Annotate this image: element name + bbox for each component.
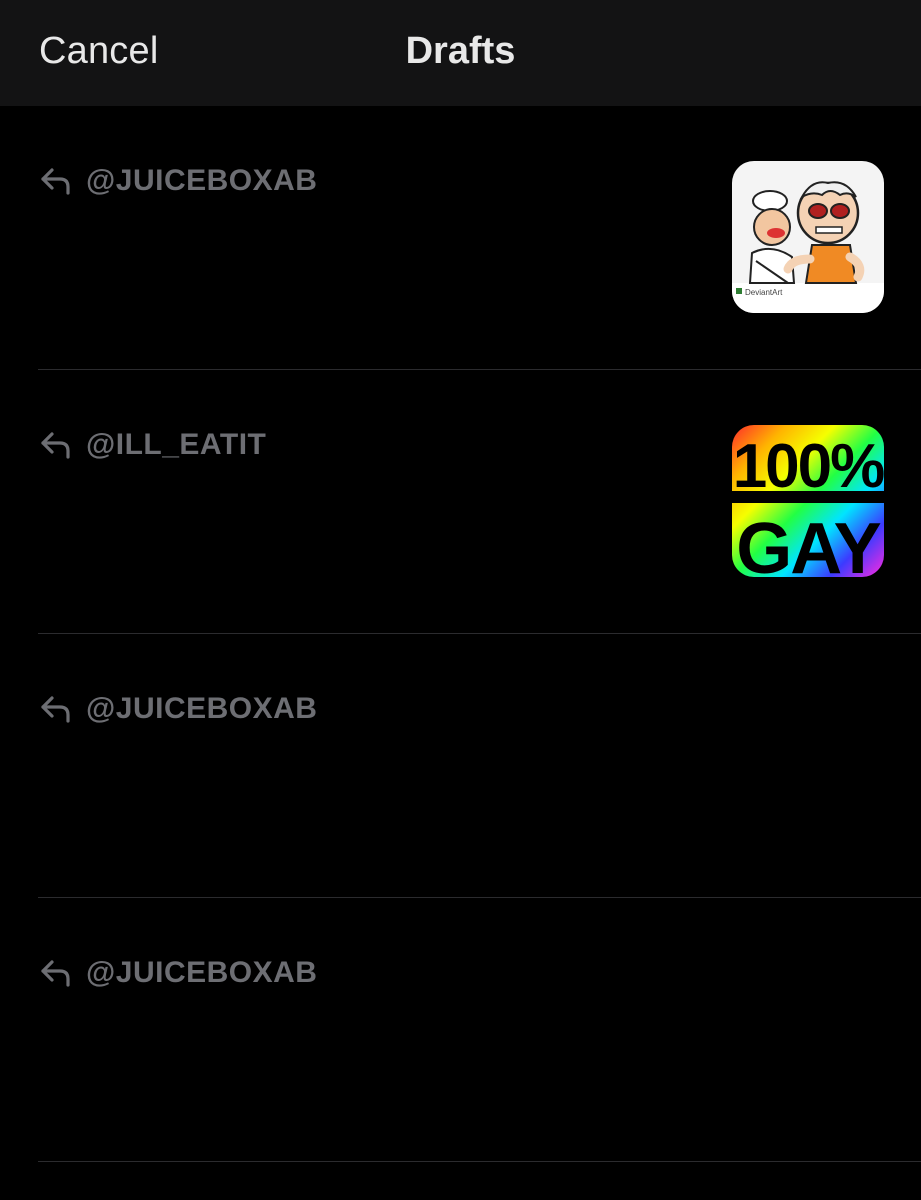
draft-item[interactable]: @JUICEBOXAB xyxy=(0,898,921,1162)
page-title: Drafts xyxy=(405,30,516,72)
row-divider xyxy=(38,1161,921,1162)
reply-line: @JUICEBOXAB xyxy=(40,164,317,198)
reply-handle: @ILL_EATIT xyxy=(86,428,267,461)
reply-line: @ILL_EATIT xyxy=(40,428,266,462)
thumbnail-caption: DeviantArt xyxy=(745,288,783,297)
draft-item[interactable]: @ILL_EATIT 100% GAY xyxy=(0,370,921,634)
reply-line: @JUICEBOXAB xyxy=(40,956,317,990)
reply-handle: @JUICEBOXAB xyxy=(86,956,318,989)
draft-item[interactable]: @JUICEBOXAB xyxy=(0,106,921,370)
draft-media-thumbnail[interactable]: DeviantArt xyxy=(732,161,884,313)
reply-arrow-icon xyxy=(40,958,72,988)
thumbnail-text-line: 100% xyxy=(733,432,884,501)
reply-arrow-icon xyxy=(40,166,72,196)
reply-handle: @JUICEBOXAB xyxy=(86,692,318,725)
nav-bar: Cancel Drafts xyxy=(0,0,921,106)
thumbnail-text-line: GAY xyxy=(736,509,880,577)
draft-media-thumbnail[interactable]: 100% GAY xyxy=(732,425,884,577)
drafts-list: @JUICEBOXAB DeviantArt @ILL_EATIT 100% G… xyxy=(0,106,921,1162)
rainbow-100-percent-gay-image: 100% GAY xyxy=(732,425,884,577)
draft-item[interactable]: @JUICEBOXAB xyxy=(0,634,921,898)
reply-line: @JUICEBOXAB xyxy=(40,692,317,726)
reply-arrow-icon xyxy=(40,694,72,724)
reply-handle: @JUICEBOXAB xyxy=(86,164,318,197)
reply-arrow-icon xyxy=(40,430,72,460)
